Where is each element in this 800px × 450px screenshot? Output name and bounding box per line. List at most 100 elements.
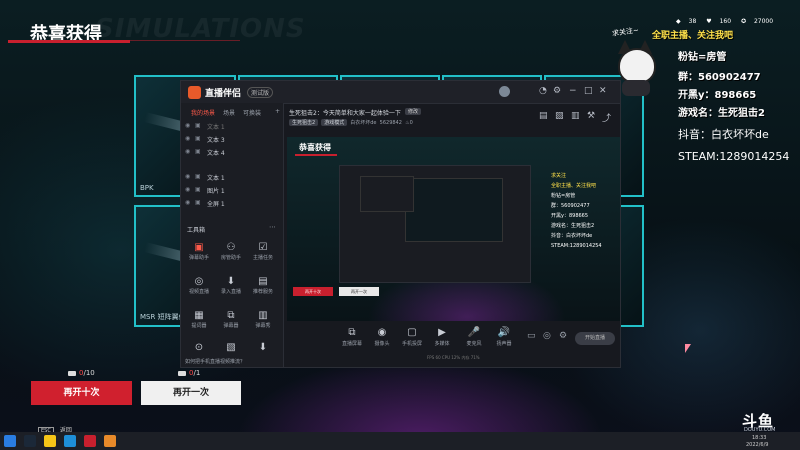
tab-outfits[interactable]: 可换装 <box>243 108 261 117</box>
streamer-name: 白衣坏坏de <box>350 120 377 126</box>
tool-icon: ⬇ <box>258 342 268 353</box>
microphone-button[interactable]: 🎤 麦克风 <box>459 326 489 348</box>
close-icon[interactable]: ✕ <box>599 86 607 96</box>
source-row[interactable]: ◉ ▣ 文本 4 <box>185 147 277 158</box>
settings-icon[interactable]: ⚙ <box>553 86 561 96</box>
streaming-app-icon[interactable] <box>104 435 116 447</box>
user-avatar[interactable] <box>499 86 510 97</box>
source-row[interactable]: ◉ ▣ 全屏 1 <box>185 198 277 209</box>
tool-extra[interactable]: ⬇ <box>250 341 276 367</box>
version-badge[interactable]: 测试版 <box>247 87 274 98</box>
tab-my-scenes[interactable]: 我的场景 <box>191 108 215 117</box>
lock-icon[interactable]: ▣ <box>195 148 201 155</box>
tool-danmu-device[interactable]: ⧉ 弹幕器 <box>218 309 244 335</box>
tool-video-live[interactable]: ◎ 视频直播 <box>186 275 212 301</box>
tool-tasks[interactable]: ☑ 主播任务 <box>250 241 276 267</box>
tab-scenes[interactable]: 场景 <box>223 108 235 117</box>
shop-icon[interactable]: ▤ <box>539 111 548 121</box>
stat-value: 160 <box>719 18 732 25</box>
phone-cast-button[interactable]: ▢ 手机投屏 <box>397 326 427 348</box>
speaker-button[interactable]: 🔊 扬声器 <box>489 326 519 348</box>
start-live-button[interactable]: 开始直播 <box>575 332 615 345</box>
heat-value: 0 <box>409 120 413 126</box>
tool-danmu-show[interactable]: ▥ 弹幕秀 <box>250 309 276 335</box>
edit-title-button[interactable]: 修改 <box>405 108 422 115</box>
lock-icon[interactable]: ▣ <box>195 122 201 129</box>
tool-record[interactable]: ⬇ 录入直播 <box>218 275 244 301</box>
total-count: /10 <box>83 369 95 377</box>
source-label: 全屏 1 <box>207 201 225 208</box>
screen-icon: ⧉ <box>348 327 356 338</box>
edge-icon[interactable] <box>64 435 76 447</box>
source-row[interactable]: ◉ ▣ 文本 1 <box>185 172 277 183</box>
phone-stream-tip[interactable]: 如何把手机直播视频推流？ <box>185 358 245 365</box>
screen-source-button[interactable]: ⧉ 直播屏幕 <box>337 326 367 348</box>
source-row[interactable]: ◉ ▣ 图片 1 <box>185 185 277 196</box>
play-icon: ▶ <box>438 327 446 338</box>
draw-one-counter: 0/1 <box>178 369 200 377</box>
eye-icon[interactable]: ◉ <box>185 199 190 206</box>
eye-icon[interactable]: ◉ <box>185 173 190 180</box>
steam-icon[interactable] <box>24 435 36 447</box>
tool-label: 弹幕器 <box>223 323 239 329</box>
cat-face <box>618 48 656 84</box>
ticket-icon <box>178 370 186 376</box>
tool-icon: ⧉ <box>227 310 235 321</box>
windows-start-icon[interactable] <box>4 435 16 447</box>
category-pill[interactable]: 生死狙击2 <box>289 119 319 126</box>
tool-room-admin[interactable]: ⚇ 房管助手 <box>218 241 244 267</box>
source-label: 文本 1 <box>207 124 225 131</box>
maximize-icon[interactable]: □ <box>584 86 593 96</box>
lock-icon[interactable]: ▣ <box>195 135 201 142</box>
tool-danmu-helper[interactable]: ▣ 弹幕助手 <box>186 241 212 267</box>
eye-icon[interactable]: ◉ <box>185 122 190 129</box>
record-icon[interactable]: ▭ <box>527 331 536 341</box>
tools-icon[interactable]: ⚒ <box>587 111 595 121</box>
eye-icon[interactable]: ◉ <box>185 135 190 142</box>
camera-icon: ◉ <box>377 327 387 338</box>
room-stats: ◆ 38 ♥ 160 ✪ 27000 <box>676 18 781 25</box>
mode-pill[interactable]: 游戏模式 <box>321 119 348 126</box>
tool-label: 直播屏幕 <box>341 341 362 347</box>
eye-icon[interactable]: ◉ <box>185 186 190 193</box>
stream-preview[interactable]: 恭喜获得 求关注 全职主播、关注我吧 粉钻=房管 群：560902477 开黑y… <box>287 137 620 321</box>
title-underline-fade <box>130 40 240 41</box>
preview-draw-one: 再开一次 <box>339 287 379 296</box>
source-row[interactable]: ◉ ▣ 文本 3 <box>185 134 277 145</box>
app-name: 直播伴侣 <box>205 89 242 99</box>
cat-mascot <box>612 40 660 98</box>
chart-icon[interactable]: ▥ <box>571 111 580 121</box>
tool-label: 弹幕秀 <box>255 323 271 329</box>
lock-icon[interactable]: ▣ <box>195 199 201 206</box>
folder-icon[interactable] <box>44 435 56 447</box>
gift-icon[interactable]: ▧ <box>555 111 564 121</box>
settings-icon[interactable]: ⚙ <box>559 331 567 341</box>
media-button[interactable]: ▶ 多媒体 <box>427 326 457 348</box>
draw-one-button[interactable]: 再开一次 <box>141 381 241 405</box>
draw-ten-button[interactable]: 再开十次 <box>31 381 132 405</box>
total-count: /1 <box>193 369 201 377</box>
star-icon: ✪ <box>740 18 746 25</box>
tool-label: 扬声器 <box>496 341 512 347</box>
game-icon[interactable] <box>84 435 96 447</box>
add-scene-icon[interactable]: + <box>275 108 280 115</box>
ticket-icon <box>68 370 76 376</box>
bell-icon[interactable]: ◔ <box>539 86 547 96</box>
eye-icon[interactable]: ◎ <box>543 331 551 341</box>
tool-icon: ▦ <box>194 310 204 321</box>
tool-recommend[interactable]: ▤ 推荐服务 <box>250 275 276 301</box>
source-row[interactable]: ◉ ▣ 文本 1 <box>185 121 277 132</box>
share-icon[interactable]: ⤴ <box>602 111 611 124</box>
lock-icon[interactable]: ▣ <box>195 173 201 180</box>
minimize-icon[interactable]: − <box>569 86 577 96</box>
camera-button[interactable]: ◉ 摄像头 <box>367 326 397 348</box>
nested-window-inner <box>405 178 503 242</box>
tool-prompter[interactable]: ▦ 提词器 <box>186 309 212 335</box>
eye-icon[interactable]: ◉ <box>185 148 190 155</box>
preview-draw-ten: 再开十次 <box>293 287 333 296</box>
streaming-app-window[interactable]: 直播伴侣 测试版 ◔ ⚙ − □ ✕ 我的场景 场景 可换装 + ◉ ▣ 文本 1 … <box>180 80 621 368</box>
more-icon[interactable]: ⋯ <box>269 223 276 231</box>
taskbar: 18:33 2022/6/9 <box>0 432 800 450</box>
lock-icon[interactable]: ▣ <box>195 186 201 193</box>
toolbox-label: 工具箱 <box>187 227 206 234</box>
